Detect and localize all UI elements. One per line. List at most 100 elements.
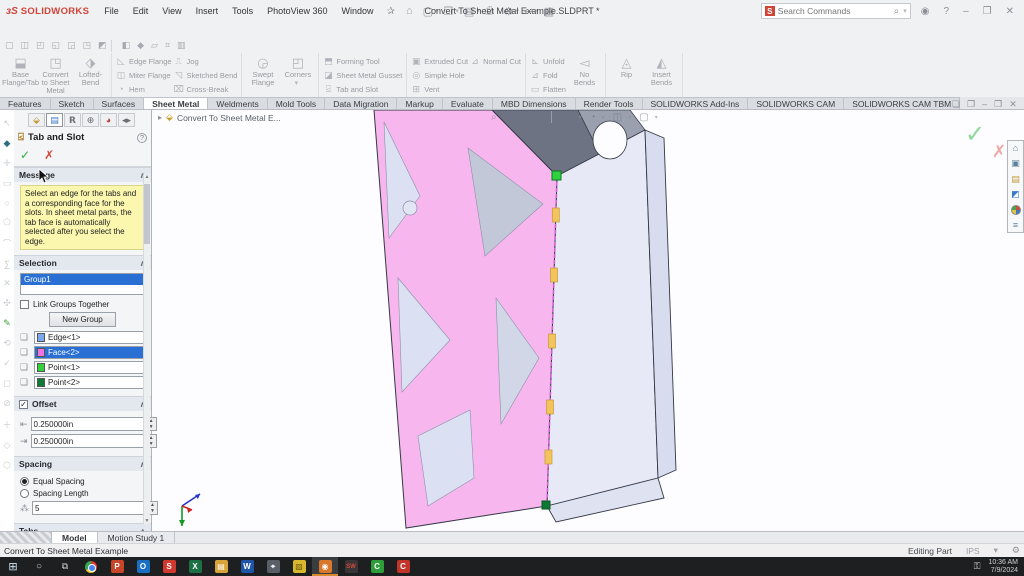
- zoom-area-icon[interactable]: ⌲: [502, 112, 516, 123]
- corners-button[interactable]: ◰Corners▾: [281, 55, 314, 87]
- tab-solidworks-cam-tbm[interactable]: SOLIDWORKS CAM TBM: [844, 97, 960, 109]
- tree-part-name[interactable]: Convert To Sheet Metal E...: [177, 113, 281, 123]
- view-orientation-icon[interactable]: ▧: [560, 112, 575, 123]
- tab-weldments[interactable]: Weldments: [208, 97, 267, 109]
- simple-hole-button[interactable]: ◎Simple Hole: [411, 69, 468, 81]
- equal-spacing-radio[interactable]: [20, 477, 29, 486]
- menu-view[interactable]: View: [155, 3, 188, 19]
- point1-selection-field[interactable]: Point<1>: [34, 361, 145, 374]
- group-list-item[interactable]: Group1: [21, 274, 144, 285]
- new-group-button[interactable]: New Group: [49, 312, 115, 327]
- design-library-icon[interactable]: ▣: [1011, 158, 1020, 169]
- jog-button[interactable]: ⎍Jog: [174, 55, 238, 67]
- edge-flange-button[interactable]: ◺Edge Flange: [116, 55, 172, 67]
- left-tool-12[interactable]: ⟲: [3, 338, 11, 349]
- tab-solidworks-addins[interactable]: SOLIDWORKS Add-Ins: [643, 97, 749, 109]
- feature-tree-flyout[interactable]: ▸ ⬙ Convert To Sheet Metal E...: [158, 112, 281, 123]
- search-caret[interactable]: ▾: [903, 7, 907, 15]
- doc-cascade-icon[interactable]: ❏: [952, 99, 960, 110]
- sw-resources-home-icon[interactable]: ⌂: [1013, 143, 1018, 153]
- view-icon-6[interactable]: ◳: [80, 40, 95, 51]
- search-commands-box[interactable]: S ⌕ ▾: [761, 3, 911, 19]
- pm-tab-dimxpert[interactable]: ⊕: [82, 113, 99, 127]
- left-tool-13[interactable]: ✓: [3, 358, 11, 369]
- left-tool-14[interactable]: ◻: [3, 378, 10, 389]
- units-indicator[interactable]: IPS: [966, 546, 980, 556]
- left-tool-10[interactable]: ✣: [3, 298, 11, 309]
- tree-expand-arrow[interactable]: ▸: [158, 113, 162, 122]
- taskbar-excel[interactable]: X: [182, 557, 208, 576]
- taskbar-sticky-notes[interactable]: ▨: [286, 557, 312, 576]
- rip-button[interactable]: ◬Rip: [610, 55, 643, 79]
- base-flange-button[interactable]: ⬓Base Flange/Tab: [4, 55, 37, 87]
- offset-end-spinner[interactable]: ▲▼: [31, 434, 157, 448]
- doc-minimize-button[interactable]: –: [982, 99, 987, 110]
- taskbar-app-s[interactable]: S: [156, 557, 182, 576]
- hide-show-items-icon[interactable]: ◫: [610, 112, 625, 123]
- menu-insert[interactable]: Insert: [189, 3, 226, 19]
- convert-to-sheet-metal-button[interactable]: ◳Convert to Sheet Metal: [39, 55, 72, 95]
- view-icon-7[interactable]: ◩: [95, 40, 110, 51]
- normal-cut-button[interactable]: ⊿Normal Cut: [470, 55, 521, 67]
- taskbar-app-sw-dark[interactable]: SW: [338, 557, 364, 576]
- miter-flange-button[interactable]: ◫Miter Flange: [116, 69, 172, 81]
- insert-bends-button[interactable]: ◭Insert Bends: [645, 55, 678, 87]
- offset-section-header[interactable]: ✓ Offset∧: [14, 396, 151, 411]
- tab-markup[interactable]: Markup: [397, 97, 442, 109]
- view-icon-2[interactable]: ◫: [18, 40, 33, 51]
- model-point2-marker[interactable]: [542, 501, 550, 509]
- spacing-length-radio[interactable]: [20, 489, 29, 498]
- pm-scrollbar[interactable]: ▲ ▼: [143, 174, 150, 524]
- pm-tab-propertymanager[interactable]: ▤: [46, 113, 63, 127]
- taskbar-word[interactable]: W: [234, 557, 260, 576]
- tab-solidworks-cam[interactable]: SOLIDWORKS CAM: [748, 97, 844, 109]
- offset-checkbox[interactable]: ✓: [19, 400, 28, 409]
- left-tool-15[interactable]: ⊘: [3, 398, 11, 409]
- model-right-panel-hole[interactable]: [593, 121, 627, 159]
- tab-and-slot-button[interactable]: ⍃Tab and Slot: [323, 83, 402, 95]
- pm-help-icon[interactable]: ?: [137, 133, 147, 143]
- doc-restore-button[interactable]: ❐: [994, 99, 1002, 110]
- taskbar-camtasia[interactable]: C: [364, 557, 390, 576]
- menu-edit[interactable]: Edit: [126, 3, 156, 19]
- spacing-section-header[interactable]: Spacing∧: [14, 456, 151, 471]
- view-icon-1[interactable]: ▢: [2, 40, 17, 51]
- offset-start-input[interactable]: [32, 418, 146, 430]
- left-tool-11[interactable]: ✎: [3, 318, 11, 329]
- left-tool-9[interactable]: ✕: [3, 278, 11, 289]
- instance-count-spinner[interactable]: ▲▼: [32, 501, 158, 515]
- view-icon-11[interactable]: ⌗: [162, 40, 173, 51]
- tab-mold-tools[interactable]: Mold Tools: [268, 97, 325, 109]
- zoom-fit-icon[interactable]: ⌕: [488, 112, 500, 123]
- offset-start-spinner[interactable]: ▲▼: [31, 417, 157, 431]
- extruded-cut-button[interactable]: ▣Extruded Cut: [411, 55, 468, 67]
- pm-tab-scroll-arrows[interactable]: ◂▸: [118, 113, 135, 127]
- home-icon[interactable]: ⌂: [401, 5, 418, 17]
- pm-scroll-down[interactable]: ▼: [144, 518, 150, 524]
- hem-button[interactable]: ◔Hem: [116, 83, 172, 95]
- corners-caret[interactable]: ▾: [295, 79, 299, 87]
- confirm-ok-button[interactable]: ✓: [965, 120, 985, 149]
- view-icon-3[interactable]: ◰: [33, 40, 48, 51]
- left-tool-2[interactable]: ◆: [4, 138, 11, 149]
- confirm-cancel-button[interactable]: ✗: [992, 142, 1006, 162]
- tab-data-migration[interactable]: Data Migration: [325, 97, 397, 109]
- tab-render-tools[interactable]: Render Tools: [576, 97, 643, 109]
- pm-tab-configurations[interactable]: 𝗥: [64, 113, 81, 127]
- taskbar-app-c-red[interactable]: C: [390, 557, 416, 576]
- flatten-button[interactable]: ▭Flatten: [530, 83, 566, 95]
- display-style-caret[interactable]: ▾: [599, 114, 608, 121]
- left-tool-4[interactable]: ▭: [3, 178, 12, 189]
- tab-mbd-dimensions[interactable]: MBD Dimensions: [493, 97, 576, 109]
- group-listbox[interactable]: Group1: [20, 273, 145, 295]
- view-icon-10[interactable]: ▱: [148, 40, 161, 51]
- tab-surfaces[interactable]: Surfaces: [94, 97, 145, 109]
- pm-scroll-thumb[interactable]: [144, 184, 150, 244]
- taskbar-app-orange-active[interactable]: ◉: [312, 557, 338, 576]
- instance-count-input[interactable]: [33, 502, 147, 514]
- left-tool-6[interactable]: ⬠: [3, 217, 11, 228]
- view-orientation-caret[interactable]: ▾: [576, 114, 585, 121]
- cross-break-button[interactable]: ⌧Cross-Break: [174, 83, 238, 95]
- pin-menu-icon[interactable]: ✰: [387, 6, 395, 17]
- left-tool-1[interactable]: ↖: [3, 118, 11, 129]
